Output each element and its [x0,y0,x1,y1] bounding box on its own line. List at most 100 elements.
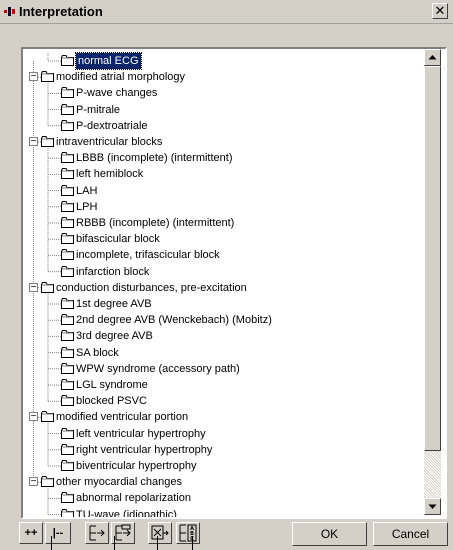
scroll-down-button[interactable] [424,498,441,515]
folder-icon [41,281,54,293]
folder-icon [61,298,74,309]
folder-icon [61,103,74,115]
insert-after-icon [89,525,105,541]
collapse-expander-icon[interactable]: − [29,477,38,487]
tree-leaf-node[interactable]: LBBB (incomplete) (intermittent) [23,150,423,166]
collapse-all-button[interactable]: |-- [45,522,71,544]
tree-node-label: 2nd degree AVB (Wenckebach) (Mobitz) [76,314,272,327]
tree-leaf-node[interactable]: 1st degree AVB [23,296,423,312]
folder-icon [61,152,74,164]
tree-node-label: TU-wave (idiopathic) [76,508,177,519]
tree-leaf-node[interactable]: P-dextroatriale [23,118,423,134]
folder-icon [61,395,74,407]
tree-node-label: infarction block [76,265,150,278]
tree-leaf-node[interactable]: blocked PSVC [23,393,423,409]
tree-group-node[interactable]: − modified ventricular portion [23,409,423,425]
insert-before-icon [115,524,131,541]
tree-leaf-node[interactable]: infarction block [23,264,423,280]
vertical-scrollbar[interactable] [424,49,441,515]
tree-node-label: incomplete, trifascicular block [76,249,220,262]
ok-button[interactable]: OK [292,522,367,546]
tree-group-node[interactable]: − other myocardial changes [23,474,423,490]
delete-item-icon [151,525,169,540]
folder-icon [41,476,54,488]
tree-leaf-node[interactable]: TU-wave (idiopathic) [23,507,423,519]
tree-leaf-node[interactable]: P-mitrale [23,102,423,118]
folder-icon [61,249,74,261]
tree-leaf-node[interactable]: right ventricular hypertrophy [23,442,423,458]
folder-icon [61,379,74,390]
tree-leaf-node[interactable]: P-wave changes [23,85,423,101]
collapse-expander-icon[interactable]: − [29,137,38,147]
scroll-up-arrow-icon [428,55,437,60]
insert-after-button[interactable] [85,522,109,544]
tree-leaf-node[interactable]: left ventricular hypertrophy [23,426,423,442]
folder-icon [61,55,74,66]
folder-icon [41,411,54,423]
folder-icon [61,346,74,358]
folder-icon [61,200,74,212]
tree-node-label: LPH [76,200,98,213]
folder-icon [41,136,54,147]
marker-line [51,536,52,550]
interpretation-tree[interactable]: normal ECG − modified atrial morphology P-w… [21,47,447,519]
window-title: Interpretation [19,4,103,19]
tree-node-label: left hemiblock [76,168,144,181]
tree-leaf-node[interactable]: LGL syndrome [23,377,423,393]
tree-leaf-node[interactable]: abnormal repolarization [23,490,423,506]
collapse-expander-icon[interactable]: − [29,72,38,82]
folder-icon [61,119,74,131]
tree-leaf-node[interactable]: biventricular hypertrophy [23,458,423,474]
tree-leaf-node[interactable]: WPW syndrome (accessory path) [23,361,423,377]
tree-leaf-node[interactable]: incomplete, trifascicular block [23,247,423,263]
tree-node-label: conduction disturbances, pre-excitation [56,281,247,294]
folder-icon [61,362,74,374]
tree-leaf-node[interactable]: 2nd degree AVB (Wenckebach) (Mobitz) [23,312,423,328]
delete-item-button[interactable] [148,522,172,544]
tree-node-label: left ventricular hypertrophy [76,427,206,440]
tree-node-label: biventricular hypertrophy [76,460,197,472]
collapse-expander-icon[interactable]: − [29,282,38,292]
folder-icon [61,508,74,517]
tree-leaf-node[interactable]: 3rd degree AVB [23,328,423,344]
scroll-down-arrow-icon [428,504,437,509]
collapse-expander-icon[interactable]: − [29,412,38,422]
tree-node-label: SA block [76,346,119,359]
cancel-button[interactable]: Cancel [373,522,448,546]
tree-node-label: P-wave changes [76,87,158,100]
tree-node-label: WPW syndrome (accessory path) [76,362,240,375]
tree-node-label: other myocardial changes [56,476,182,489]
tree-group-node[interactable]: − modified atrial morphology [23,69,423,85]
expand-all-button[interactable]: ++ [19,522,43,544]
sort-abc-icon: A B C [179,524,197,542]
tree-node-label: 3rd degree AVB [76,330,153,343]
folder-icon [61,427,74,439]
close-icon: ✕ [434,3,446,18]
folder-icon [61,330,74,342]
tree-node-label: LAH [76,184,98,197]
marker-line [114,536,115,550]
tree-leaf-node[interactable]: bifascicular block [23,231,423,247]
scroll-thumb[interactable] [424,66,441,451]
tree-node-label: normal ECG [75,52,142,70]
folder-icon [61,233,74,245]
folder-icon [61,443,74,455]
tree-leaf-node[interactable]: LAH [23,183,423,199]
tree-leaf-node[interactable]: SA block [23,345,423,361]
tree-leaf-node[interactable]: normal ECG [23,52,423,70]
tree-leaf-node[interactable]: LPH [23,199,423,215]
folder-icon [61,492,74,504]
tree-group-node[interactable]: − intraventricular blocks [23,134,423,150]
tree-node-label: 1st degree AVB [76,298,152,310]
scroll-up-button[interactable] [424,49,441,66]
tree-node-label: P-mitrale [76,103,121,116]
sort-abc-button[interactable]: A B C [176,522,200,544]
close-button[interactable]: ✕ [432,3,448,19]
tree-node-label: RBBB (incomplete) (intermittent) [76,217,235,229]
folder-icon [61,168,74,180]
tree-group-node[interactable]: − conduction disturbances, pre-excitation [23,280,423,296]
tree-leaf-node[interactable]: left hemiblock [23,166,423,182]
tree-node-label: P-dextroatriale [76,119,148,132]
folder-icon [61,265,74,277]
tree-leaf-node[interactable]: RBBB (incomplete) (intermittent) [23,215,423,231]
